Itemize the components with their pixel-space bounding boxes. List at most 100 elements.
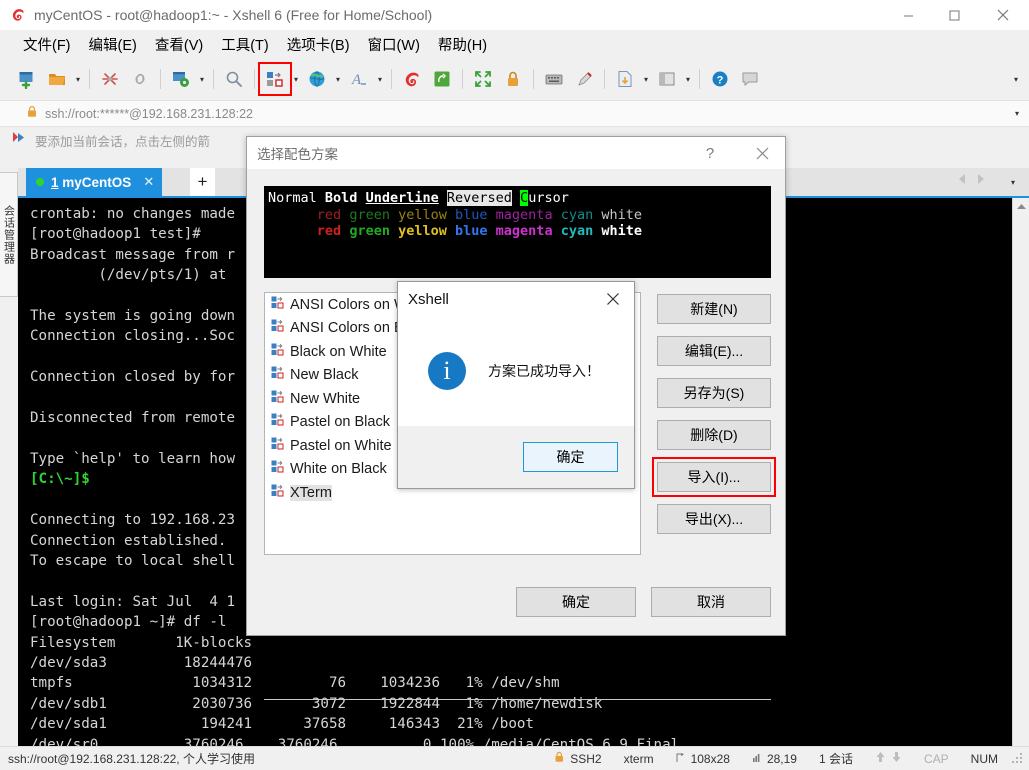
- file-transfer-dropdown-caret[interactable]: ▾: [640, 64, 652, 94]
- messagebox-body: i 方案已成功导入！: [398, 316, 634, 426]
- lock-icon: [26, 105, 38, 123]
- dialog-side-buttons: 新建(N) 编辑(E)... 另存为(S) 删除(D) 导入(I)... 导出(X)...: [652, 294, 776, 546]
- edit-scheme-button[interactable]: 编辑(E)...: [657, 336, 771, 366]
- color-scheme-icon[interactable]: [258, 62, 292, 96]
- status-cursor: 28,19: [741, 752, 808, 766]
- close-button[interactable]: [977, 0, 1029, 30]
- minimize-button[interactable]: [885, 0, 931, 30]
- preview-token: Reversed: [446, 190, 512, 206]
- new-tab-button[interactable]: +: [190, 168, 215, 196]
- status-lock-icon: [554, 751, 565, 766]
- menu-tools[interactable]: 工具(T): [212, 32, 278, 57]
- resize-grip[interactable]: [1011, 752, 1025, 766]
- menu-file[interactable]: 文件(F): [14, 32, 80, 57]
- xftp-icon[interactable]: [427, 64, 457, 94]
- new-session-icon[interactable]: [12, 64, 42, 94]
- color-scheme-icon: [271, 366, 286, 384]
- fullscreen-icon[interactable]: [468, 64, 498, 94]
- dialog-help-button[interactable]: ?: [695, 137, 725, 169]
- globe-icon[interactable]: [302, 64, 332, 94]
- terminal-scrollbar[interactable]: [1012, 198, 1029, 746]
- color-scheme-icon: [271, 460, 286, 478]
- scroll-up-icon[interactable]: [1013, 198, 1029, 215]
- preview-token: magenta: [495, 206, 553, 223]
- session-manager-label: 会话管理器: [2, 204, 15, 265]
- menu-help[interactable]: 帮助(H): [429, 32, 496, 57]
- messagebox-footer: 确定: [398, 426, 634, 488]
- highlight-pen-icon[interactable]: [569, 64, 599, 94]
- preview-row-colors-normal: red green yellow blue magenta cyan white: [268, 207, 771, 224]
- toolbar-separator: [462, 69, 463, 89]
- preview-token: yellow: [398, 206, 447, 223]
- menu-view[interactable]: 查看(V): [146, 32, 212, 57]
- help-icon[interactable]: ?: [705, 64, 735, 94]
- import-scheme-button[interactable]: 导入(I)...: [652, 457, 776, 497]
- address-bar[interactable]: ssh://root:******@192.168.231.128:22 ▾: [0, 100, 1029, 127]
- open-folder-dropdown-caret[interactable]: ▾: [72, 64, 84, 94]
- keyboard-icon[interactable]: [539, 64, 569, 94]
- toolbar-separator: [391, 69, 392, 89]
- preview-token: blue: [455, 223, 488, 239]
- color-scheme-dropdown-caret[interactable]: ▾: [290, 64, 302, 94]
- menu-window[interactable]: 窗口(W): [359, 32, 429, 57]
- tab-list-dropdown-caret[interactable]: ▾: [1011, 178, 1015, 187]
- properties-dropdown-caret[interactable]: ▾: [196, 64, 208, 94]
- dialog-ok-button[interactable]: 确定: [516, 587, 636, 617]
- preview-token: blue: [455, 206, 488, 223]
- font-icon[interactable]: A: [344, 64, 374, 94]
- address-dropdown-caret[interactable]: ▾: [1015, 109, 1019, 118]
- dialog-title-bar: 选择配色方案 ?: [247, 137, 785, 169]
- address-input[interactable]: ssh://root:******@192.168.231.128:22: [45, 107, 253, 121]
- layout-dropdown-caret[interactable]: ▾: [682, 64, 694, 94]
- preview-token: [317, 190, 325, 206]
- search-icon[interactable]: [219, 64, 249, 94]
- toolbar-separator: [160, 69, 161, 89]
- arrow-up-icon: [875, 751, 886, 766]
- xshell-message-box: Xshell i 方案已成功导入！ 确定: [397, 281, 635, 489]
- terminal-line: tmpfs 1034312 76 1034236 1% /dev/shm: [30, 675, 560, 692]
- tab-nav-left-icon[interactable]: [956, 172, 968, 191]
- status-num-lock: NUM: [970, 751, 998, 766]
- properties-icon[interactable]: [166, 64, 196, 94]
- preview-token: [512, 190, 520, 206]
- resize-icon: [676, 752, 686, 766]
- messagebox-message: 方案已成功导入！: [488, 363, 600, 379]
- lock-icon[interactable]: [498, 64, 528, 94]
- open-folder-icon[interactable]: [42, 64, 72, 94]
- preview-token: C: [520, 190, 529, 206]
- globe-dropdown-caret[interactable]: ▾: [332, 64, 344, 94]
- status-size: 108x28: [665, 752, 741, 766]
- new-scheme-button[interactable]: 新建(N): [657, 294, 771, 324]
- tab-nav-right-icon[interactable]: [975, 172, 987, 191]
- layout-icon[interactable]: [652, 64, 682, 94]
- preview-token: green: [349, 223, 390, 239]
- tab-mycentos[interactable]: 1 myCentOS ✕: [26, 168, 163, 196]
- menu-edit[interactable]: 编辑(E): [80, 32, 146, 57]
- tab-close-icon[interactable]: ✕: [143, 174, 154, 190]
- export-scheme-button[interactable]: 导出(X)...: [657, 504, 771, 534]
- delete-scheme-button[interactable]: 删除(D): [657, 420, 771, 450]
- file-transfer-icon[interactable]: [610, 64, 640, 94]
- preview-token: yellow: [398, 223, 447, 239]
- disconnect-icon[interactable]: [95, 64, 125, 94]
- preview-token: white: [601, 223, 643, 239]
- info-icon: i: [428, 352, 466, 390]
- font-dropdown-caret[interactable]: ▾: [374, 64, 386, 94]
- toolbar-overflow-caret[interactable]: ▾: [1009, 58, 1023, 100]
- messagebox-title: Xshell: [408, 290, 449, 308]
- menu-tabs[interactable]: 选项卡(B): [278, 32, 359, 57]
- toolbar-separator: [533, 69, 534, 89]
- dialog-close-button[interactable]: [739, 137, 785, 169]
- svg-text:?: ?: [717, 75, 724, 87]
- maximize-button[interactable]: [931, 0, 977, 30]
- xshell-icon[interactable]: [397, 64, 427, 94]
- session-manager-strip[interactable]: 会话管理器: [0, 172, 18, 297]
- dialog-divider: [264, 699, 771, 700]
- feedback-icon[interactable]: [735, 64, 765, 94]
- messagebox-ok-button[interactable]: 确定: [523, 442, 618, 472]
- terminal-line: /dev/sr0 3760246 3760246 0 100% /media/C…: [30, 736, 680, 746]
- window-controls: [885, 0, 1029, 30]
- messagebox-close-button[interactable]: [592, 282, 634, 316]
- dialog-cancel-button[interactable]: 取消: [651, 587, 771, 617]
- saveas-scheme-button[interactable]: 另存为(S): [657, 378, 771, 408]
